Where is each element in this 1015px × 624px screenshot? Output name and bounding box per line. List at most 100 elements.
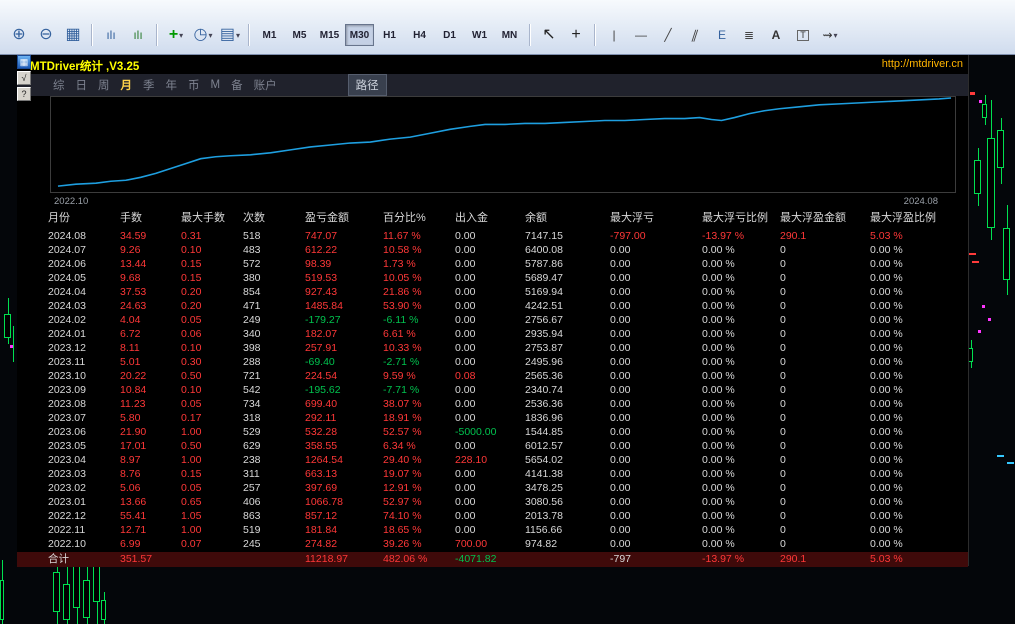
timeframe-m1-button[interactable]: M1: [255, 24, 284, 46]
zoom-out-button[interactable]: ⊖: [33, 22, 59, 48]
tab-季[interactable]: 季: [143, 77, 155, 93]
table-cell: 0.00 %: [702, 426, 735, 438]
table-cell: 518: [243, 230, 261, 242]
bar-chart-icon: ılı: [106, 28, 116, 42]
table-cell: 1066.78: [305, 496, 343, 508]
confirm-button[interactable]: √: [17, 71, 31, 85]
table-cell: -5000.00: [455, 426, 497, 438]
tab-月[interactable]: 月: [121, 77, 133, 93]
fibonacci-button[interactable]: E: [709, 22, 735, 48]
table-cell: 0.00 %: [870, 286, 903, 298]
tab-币[interactable]: 币: [188, 77, 200, 93]
timeframe-w1-button[interactable]: W1: [465, 24, 494, 46]
equidistant-channel-button[interactable]: ∥: [682, 22, 708, 48]
table-cell: 0.00: [455, 272, 476, 284]
table-cell: 0.00 %: [870, 342, 903, 354]
toolbar-separator: [529, 24, 531, 46]
table-cell: 0.00 %: [702, 524, 735, 536]
cursor-icon: ↖: [542, 26, 556, 43]
table-cell: 52.97 %: [383, 496, 422, 508]
tab-日[interactable]: 日: [76, 77, 88, 93]
table-cell: 0: [780, 258, 786, 270]
table-cell: 0: [780, 314, 786, 326]
table-cell: 2023.09: [48, 384, 86, 396]
table-cell: 0.00: [610, 300, 631, 312]
table-cell: 2495.96: [525, 356, 563, 368]
tab-周[interactable]: 周: [98, 77, 110, 93]
table-cell: 0.00: [610, 384, 631, 396]
table-cell: 532.28: [305, 426, 338, 438]
timeframe-mn-button[interactable]: MN: [495, 24, 524, 46]
candle-mark: [969, 253, 976, 255]
panel-url-link[interactable]: http://mtdriver.cn: [882, 58, 963, 70]
candle-body: [4, 314, 11, 338]
table-row: 2023.04 8.97 1.00 238 1264.54 29.40 % 228.10 56…: [17, 453, 968, 467]
table-cell: 0.30: [181, 356, 202, 368]
vertical-line-button[interactable]: |: [601, 22, 627, 48]
horizontal-line-button[interactable]: —: [628, 22, 654, 48]
candle-mark: [988, 318, 991, 321]
tab-备[interactable]: 备: [231, 77, 243, 93]
panel-icon[interactable]: ▦: [17, 55, 31, 69]
table-cell: 0.00 %: [702, 342, 735, 354]
table-row: 2022.10 6.99 0.07 245 274.82 39.26 % 700.00 974…: [17, 537, 968, 551]
crosshair-button[interactable]: +: [563, 22, 589, 48]
candle-body: [974, 160, 981, 194]
table-cell: 292.11: [305, 412, 337, 424]
timeframe-h1-button[interactable]: H1: [375, 24, 404, 46]
candle-mark: [982, 305, 985, 308]
table-cell: 0.00 %: [870, 412, 903, 424]
tab-路径[interactable]: 路径: [347, 74, 387, 96]
table-cell: 0.00 %: [702, 412, 735, 424]
template-button[interactable]: ▤ ▾: [217, 22, 243, 48]
table-cell: 2756.67: [525, 314, 563, 326]
text-button[interactable]: A: [763, 22, 789, 48]
table-cell: 9.26: [120, 244, 141, 256]
zoom-in-button[interactable]: ⊕: [6, 22, 32, 48]
table-cell: 55.41: [120, 510, 147, 522]
trendline-button[interactable]: ╱: [655, 22, 681, 48]
equity-line: [57, 97, 952, 187]
help-button[interactable]: ?: [17, 87, 31, 101]
table-cell: 13.66: [120, 496, 147, 508]
text-label-button[interactable]: T: [790, 22, 816, 48]
candle-chart-button[interactable]: ılı: [125, 22, 151, 48]
tab-年[interactable]: 年: [166, 77, 178, 93]
table-cell: 380: [243, 272, 261, 284]
timeframe-h4-button[interactable]: H4: [405, 24, 434, 46]
table-cell: 311: [243, 468, 260, 480]
table-cell: 0.10: [181, 342, 202, 354]
tab-综[interactable]: 综: [53, 77, 65, 93]
text-label-icon: T: [797, 29, 809, 41]
new-order-button[interactable]: + ▾: [163, 22, 189, 48]
arrows-button[interactable]: ⇝ ▾: [817, 22, 843, 48]
bar-chart-button[interactable]: ılı: [98, 22, 124, 48]
table-row: 2023.07 5.80 0.17 318 292.11 18.91 % 0.00 1836.…: [17, 411, 968, 425]
grid-icon: ≣: [743, 28, 755, 42]
period-button[interactable]: ◷ ▾: [190, 22, 216, 48]
table-cell: 0.00 %: [702, 510, 735, 522]
tab-M[interactable]: M: [211, 79, 221, 91]
table-cell: 10.05 %: [383, 272, 422, 284]
cursor-button[interactable]: ↖: [536, 22, 562, 48]
table-row: 2023.11 5.01 0.30 288 -69.40 -2.71 % 0.00 2495.…: [17, 355, 968, 369]
timeframe-m5-button[interactable]: M5: [285, 24, 314, 46]
grid-button[interactable]: ≣: [736, 22, 762, 48]
timeframe-m30-button[interactable]: M30: [345, 24, 374, 46]
tile-windows-button[interactable]: ▦: [60, 22, 86, 48]
table-cell: 1264.54: [305, 454, 343, 466]
table-cell: 358.55: [305, 440, 338, 452]
table-cell: 0.00 %: [870, 244, 903, 256]
tab-账户[interactable]: 账户: [254, 77, 277, 93]
stats-table: 月份 手数 最大手数 次数 盈亏金额 百分比% 出入金 余额 最大浮亏 最大浮亏比例 最大浮盈金额 最…: [17, 210, 968, 567]
table-cell: 1544.85: [525, 426, 563, 438]
dropdown-arrow-icon: ▾: [208, 30, 213, 40]
timeframe-m15-button[interactable]: M15: [315, 24, 344, 46]
table-cell: 5.80: [120, 412, 141, 424]
timeframe-d1-button[interactable]: D1: [435, 24, 464, 46]
table-cell: 0.00 %: [702, 440, 735, 452]
table-cell: 0: [780, 482, 786, 494]
table-cell: 0.05: [181, 482, 202, 494]
candle-body: [63, 584, 70, 620]
candle-body: [1003, 228, 1010, 280]
